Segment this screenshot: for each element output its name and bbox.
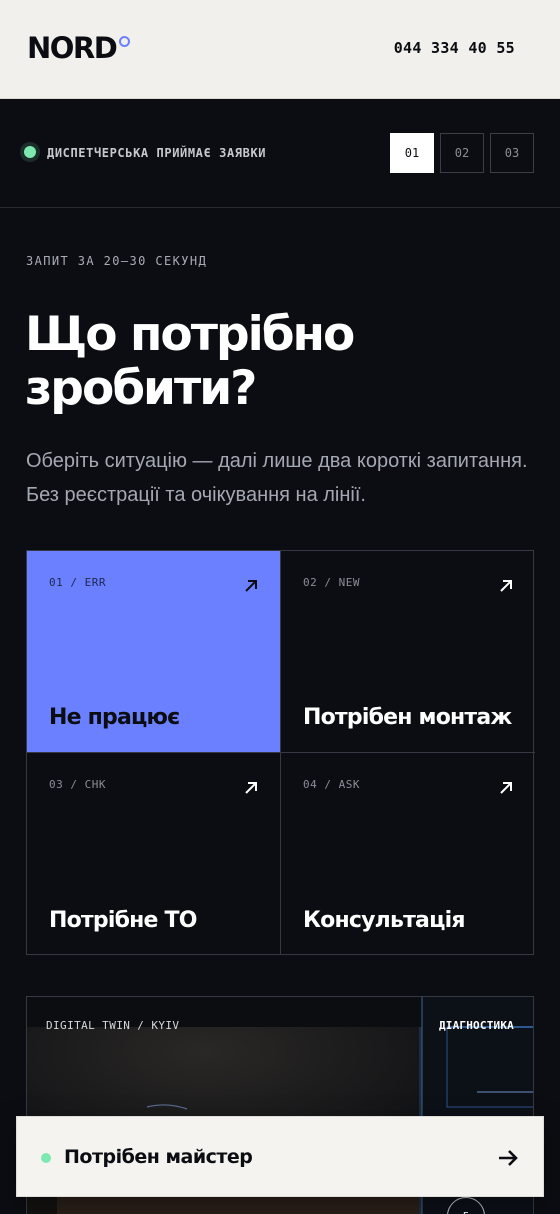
arrow-right-icon [499,1150,518,1166]
online-status-icon [24,146,36,158]
logo[interactable]: NORD [27,31,118,65]
dispatch-status-text: ДИСПЕТЧЕРСЬКА ПРИЙМАЄ ЗАЯВКИ [47,146,267,160]
option-installation[interactable]: 02 / NEW Потрібен монтаж [281,551,535,753]
option-label: Потрібне ТО [49,908,197,933]
option-maintenance[interactable]: 03 / CHK Потрібне ТО [27,753,281,955]
need-master-button[interactable]: Потрібен майстер [16,1116,544,1197]
title-line-2: зробити? [25,361,257,416]
arrow-up-right-icon [245,580,257,592]
page-title: Що потрібно зробити? [25,308,545,416]
situation-options: 01 / ERR Не працює 02 / NEW Потрібен мон… [26,550,535,955]
arrow-up-right-icon [500,580,512,592]
title-line-1: Що потрібно [25,307,355,362]
step-1-button[interactable]: 01 [390,133,434,173]
option-label: Консультація [303,908,465,933]
online-status-icon [41,1153,51,1163]
arrow-up-right-icon [500,782,512,794]
option-code: 04 / ASK [303,778,360,791]
lead-text: Оберіть ситуацію — далі лише два короткі… [26,450,528,506]
option-code: 03 / CHK [49,778,106,791]
eyebrow: ЗАПИТ ЗА 20–30 СЕКУНД [26,254,208,268]
twin-caption: DIGITAL TWIN / KYIV [46,1019,180,1032]
site-header: NORD 044 334 40 55 [0,0,560,99]
logo-ring-icon [119,36,130,47]
option-label: Потрібен монтаж [303,705,512,730]
step-2-button[interactable]: 02 [440,133,484,173]
option-label: Не працює [49,705,180,730]
twin-tag: ДІАГНОСТИКА [438,1019,514,1032]
phone-link[interactable]: 044 334 40 55 [394,39,515,57]
option-code: 01 / ERR [49,576,106,589]
option-code: 02 / NEW [303,576,360,589]
option-consultation[interactable]: 04 / ASK Консультація [281,753,535,955]
arrow-up-right-icon [245,782,257,794]
step-3-button[interactable]: 03 [490,133,534,173]
option-not-working[interactable]: 01 / ERR Не працює [27,551,281,753]
cta-label: Потрібен майстер [64,1146,253,1168]
